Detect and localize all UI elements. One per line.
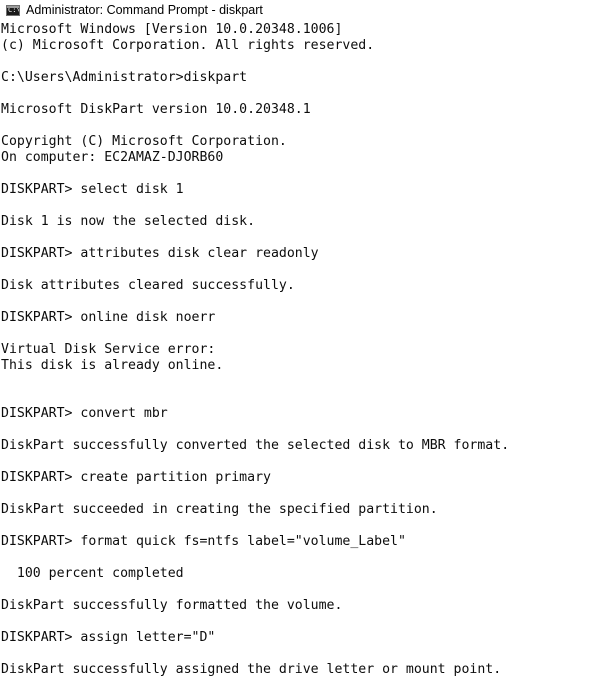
console-output[interactable]: Microsoft Windows [Version 10.0.20348.10… <box>0 22 593 684</box>
console-line-attributes-result: Disk attributes cleared successfully. <box>1 278 295 293</box>
command-prompt-icon: C:\ <box>6 5 20 16</box>
console-line-diskpart-command: C:\Users\Administrator>diskpart <box>1 70 248 85</box>
console-line-format-result: DiskPart successfully formatted the volu… <box>1 598 343 613</box>
console-line-copyright: (c) Microsoft Corporation. All rights re… <box>1 38 375 53</box>
command-prompt-window: C:\ Administrator: Command Prompt - disk… <box>0 0 593 684</box>
console-line-attributes-command: DISKPART> attributes disk clear readonly <box>1 246 319 261</box>
console-line-select-result: Disk 1 is now the selected disk. <box>1 214 256 229</box>
window-title: Administrator: Command Prompt - diskpart <box>26 3 263 17</box>
console-line-version: Microsoft Windows [Version 10.0.20348.10… <box>1 22 343 37</box>
console-line-select-disk: DISKPART> select disk 1 <box>1 182 184 197</box>
console-line-create-result: DiskPart succeeded in creating the speci… <box>1 502 438 517</box>
console-line-computer-name: On computer: EC2AMAZ-DJORB60 <box>1 150 224 165</box>
console-line-format-progress: 100 percent completed <box>1 566 184 581</box>
console-line-create-command: DISKPART> create partition primary <box>1 470 271 485</box>
console-line-diskpart-version: Microsoft DiskPart version 10.0.20348.1 <box>1 102 311 117</box>
console-line-convert-command: DISKPART> convert mbr <box>1 406 168 421</box>
console-line-convert-result: DiskPart successfully converted the sele… <box>1 438 510 453</box>
console-line-assign-command: DISKPART> assign letter="D" <box>1 630 216 645</box>
console-line-format-command: DISKPART> format quick fs=ntfs label="vo… <box>1 534 406 549</box>
console-line-already-online: This disk is already online. <box>1 358 224 373</box>
console-line-online-command: DISKPART> online disk noerr <box>1 310 216 325</box>
console-line-diskpart-copyright: Copyright (C) Microsoft Corporation. <box>1 134 287 149</box>
title-bar[interactable]: C:\ Administrator: Command Prompt - disk… <box>0 0 593 22</box>
console-line-assign-result: DiskPart successfully assigned the drive… <box>1 662 502 677</box>
console-line-vds-error: Virtual Disk Service error: <box>1 342 216 357</box>
